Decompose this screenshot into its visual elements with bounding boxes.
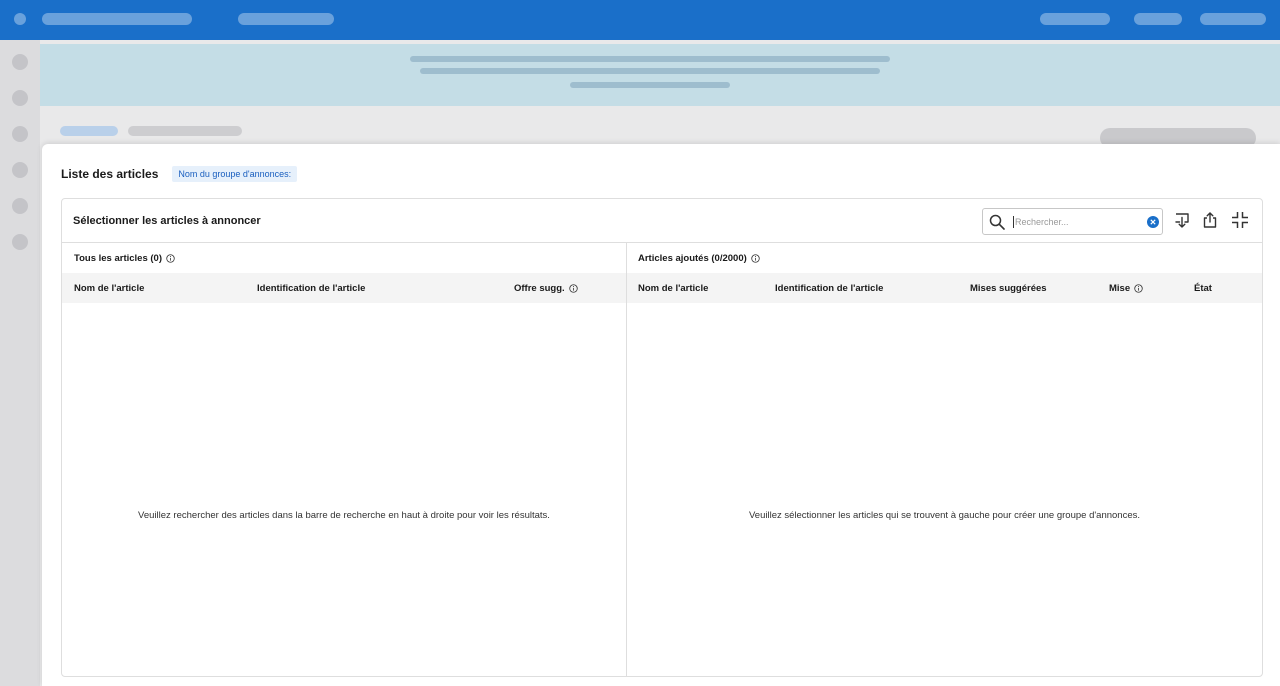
all-articles-count-label: Tous les articles (0)	[74, 253, 162, 264]
background-top-bar	[0, 0, 1280, 40]
export-icon[interactable]	[1198, 208, 1222, 232]
search-box[interactable]	[982, 208, 1163, 235]
search-icon	[989, 214, 1005, 230]
info-icon[interactable]	[166, 254, 175, 263]
empty-state-message: Veuillez sélectionner les articles qui s…	[748, 510, 1141, 521]
background-breadcrumb	[60, 126, 118, 136]
download-icon[interactable]	[1170, 208, 1194, 232]
column-header-suggested-bids[interactable]: Mises suggérées	[970, 283, 1047, 294]
text-cursor	[1013, 216, 1014, 228]
empty-state-message: Veuillez rechercher des articles dans la…	[138, 510, 550, 521]
column-header-suggested-offer[interactable]: Offre sugg.	[514, 283, 578, 294]
column-header-status[interactable]: État	[1194, 283, 1212, 294]
panel-title: Sélectionner les articles à annoncer	[73, 215, 261, 227]
table-header-row: Nom de l'article Identification de l'art…	[627, 273, 1262, 303]
column-header-bid[interactable]: Mise	[1109, 283, 1143, 294]
article-list-sheet: Liste des articles Nom du groupe d'annon…	[42, 144, 1280, 686]
added-articles-count-label: Articles ajoutés (0/2000)	[638, 253, 747, 264]
column-header-article-name[interactable]: Nom de l'article	[638, 283, 708, 294]
column-header-article-id[interactable]: Identification de l'article	[775, 283, 883, 294]
column-header-article-id[interactable]: Identification de l'article	[257, 283, 365, 294]
table-header-row: Nom de l'article Identification de l'art…	[62, 273, 626, 303]
sheet-header: Liste des articles Nom du groupe d'annon…	[61, 164, 298, 184]
background-sidebar	[0, 40, 40, 686]
all-articles-title: Tous les articles (0)	[74, 253, 175, 264]
info-icon[interactable]	[1134, 284, 1143, 293]
clear-search-icon[interactable]	[1147, 216, 1159, 228]
collapse-icon[interactable]	[1228, 208, 1252, 232]
panel-header: Sélectionner les articles à annoncer	[62, 199, 1262, 243]
info-icon[interactable]	[751, 254, 760, 263]
search-input[interactable]	[1015, 213, 1135, 231]
background-notice-banner	[40, 44, 1280, 106]
all-articles-table: Tous les articles (0) Nom de l'article I…	[62, 243, 627, 677]
column-header-article-name[interactable]: Nom de l'article	[74, 283, 144, 294]
added-articles-title: Articles ajoutés (0/2000)	[638, 253, 760, 264]
select-articles-panel: Sélectionner les articles à annoncer Rec…	[61, 198, 1263, 677]
ad-group-name-tag: Nom du groupe d'annonces:	[172, 166, 298, 182]
info-icon[interactable]	[568, 284, 578, 293]
sheet-title: Liste des articles	[61, 167, 159, 181]
added-articles-table: Articles ajoutés (0/2000) Nom de l'artic…	[627, 243, 1262, 677]
background-breadcrumb-current	[128, 126, 242, 136]
